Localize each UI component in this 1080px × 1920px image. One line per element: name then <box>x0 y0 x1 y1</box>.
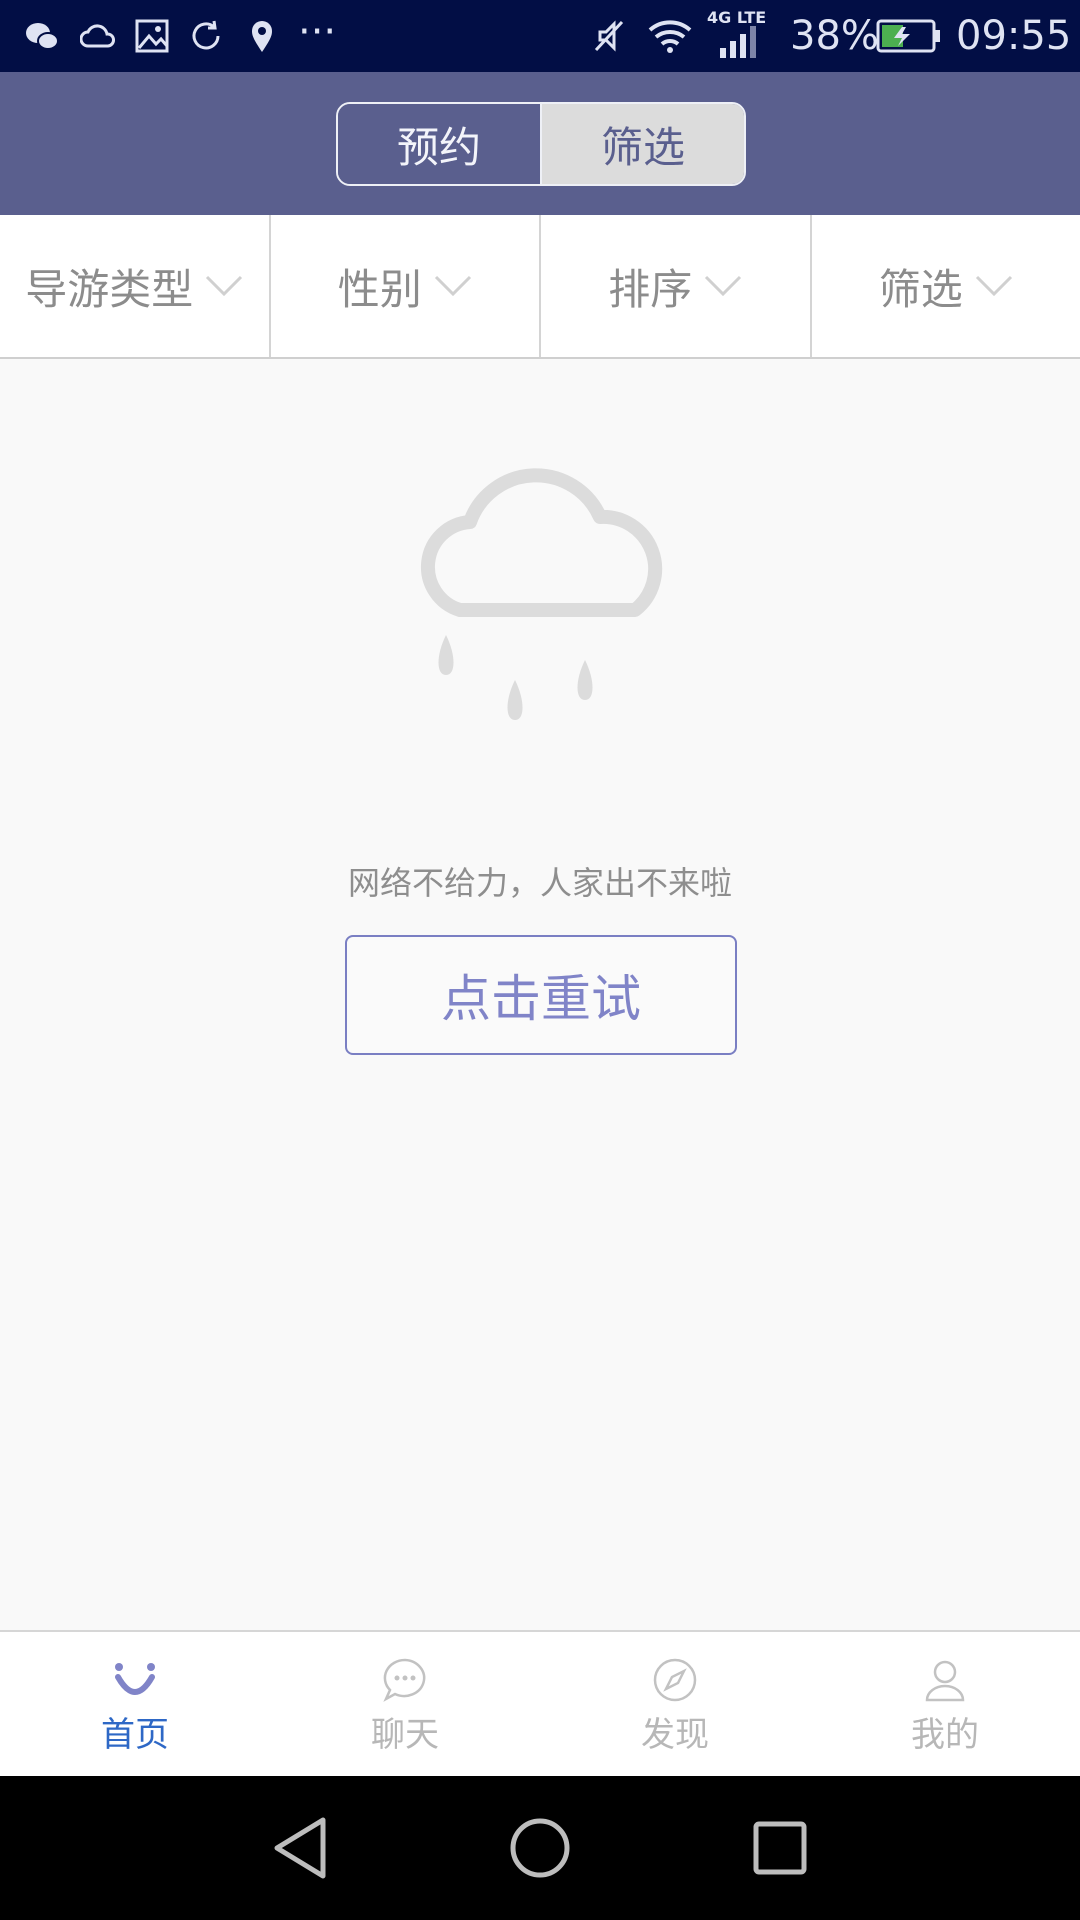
chevron-down-icon <box>975 275 1012 297</box>
mute-icon <box>594 20 624 52</box>
tab-home[interactable]: 首页 <box>0 1632 270 1778</box>
tab-mine[interactable]: 我的 <box>810 1632 1080 1778</box>
cloud-icon <box>80 24 115 48</box>
filter-label: 筛选 <box>878 264 963 314</box>
filter-sort[interactable]: 排序 <box>541 215 812 357</box>
rain-cloud-icon <box>421 468 663 720</box>
tab-label: 首页 <box>101 1714 169 1755</box>
location-icon <box>252 21 272 52</box>
battery-percent: 38% <box>790 13 879 59</box>
back-icon[interactable] <box>257 1804 345 1892</box>
filter-label: 导游类型 <box>25 264 194 314</box>
signal-icon <box>720 26 756 58</box>
tab-label: 聊天 <box>371 1714 439 1755</box>
app-header: 预约 筛选 <box>0 72 1080 215</box>
chevron-down-icon <box>206 275 243 297</box>
chevron-down-icon <box>434 275 471 297</box>
filter-guide-type[interactable]: 导游类型 <box>0 215 271 357</box>
error-message: 网络不给力，人家出不来啦 <box>347 864 732 902</box>
chat-bubble-icon <box>383 1658 426 1702</box>
segment-reserve[interactable]: 预约 <box>338 104 542 184</box>
status-bar: ··· 4G LTE 38% 09:55 <box>0 0 1080 72</box>
compass-icon <box>653 1658 697 1701</box>
user-icon <box>925 1660 965 1701</box>
recent-apps-icon[interactable] <box>736 1804 824 1892</box>
segment-filter[interactable]: 筛选 <box>542 104 744 184</box>
chevron-down-icon <box>705 275 742 297</box>
home-icon[interactable] <box>496 1804 584 1892</box>
wifi-icon <box>648 20 692 53</box>
image-icon <box>135 19 169 53</box>
filter-label: 性别 <box>337 264 422 314</box>
smile-icon <box>115 1662 155 1695</box>
tab-label: 我的 <box>911 1714 979 1755</box>
more-notifications: ··· <box>298 9 337 55</box>
filter-label: 排序 <box>608 264 693 314</box>
tab-discover[interactable]: 发现 <box>540 1632 810 1778</box>
segmented-control: 预约 筛选 <box>336 102 746 186</box>
bottom-tab-bar: 首页 聊天 发现 我的 <box>0 1630 1080 1778</box>
battery-icon <box>876 19 940 53</box>
filter-bar: 导游类型 性别 排序 筛选 <box>0 215 1080 359</box>
filter-more[interactable]: 筛选 <box>812 215 1080 357</box>
system-nav-bar <box>0 1776 1080 1920</box>
filter-gender[interactable]: 性别 <box>271 215 541 357</box>
wechat-icon <box>26 23 59 50</box>
retry-button[interactable]: 点击重试 <box>345 935 737 1055</box>
tab-chat[interactable]: 聊天 <box>270 1632 540 1778</box>
tab-label: 发现 <box>641 1714 709 1755</box>
sync-icon <box>192 20 220 50</box>
clock: 09:55 <box>956 13 1072 59</box>
